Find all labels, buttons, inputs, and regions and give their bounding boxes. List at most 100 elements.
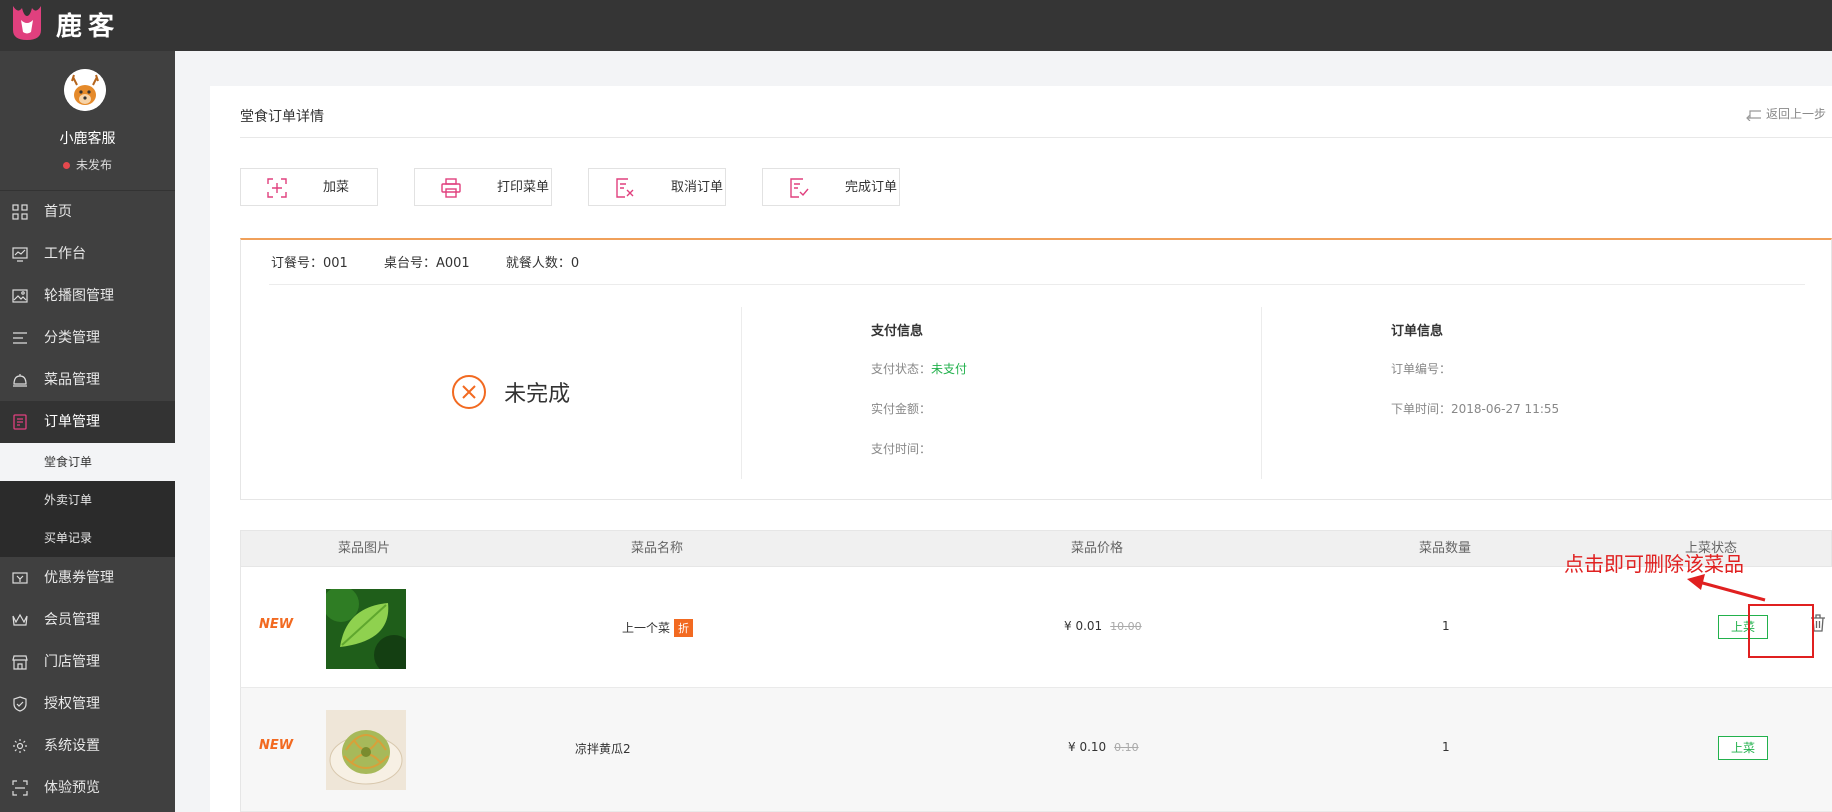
order-detail-panel: 堂食订单详情 返回上一步 加菜 打印菜单 取消订单 完成订单 订餐号：001 桌… — [210, 86, 1832, 812]
leaf-photo-icon — [326, 589, 406, 669]
cucumber-salad-photo-icon — [326, 710, 406, 790]
payment-status: 支付状态：未支付 — [871, 360, 967, 377]
sidebar-item-label: 系统设置 — [44, 738, 100, 754]
sidebar-item-stores[interactable]: 门店管理 — [0, 641, 175, 683]
table-number: 桌台号：A001 — [383, 256, 470, 271]
column-header: 菜品图片 — [338, 541, 391, 556]
sidebar-item-members[interactable]: 会员管理 — [0, 599, 175, 641]
payment-time: 支付时间： — [871, 442, 932, 456]
column-separator — [741, 307, 742, 479]
sidebar-subitem-bill-records[interactable]: 买单记录 — [0, 519, 175, 557]
complete-order-icon — [790, 178, 809, 198]
shield-icon — [13, 696, 27, 712]
crown-icon — [12, 613, 28, 626]
order-number: 订餐号：001 — [271, 256, 348, 271]
red-arrow-icon — [1687, 574, 1766, 602]
sidebar-item-label: 分类管理 — [44, 330, 100, 346]
original-price: 0.10 — [1114, 741, 1139, 754]
dish-quantity: 1 — [1442, 740, 1450, 754]
user-name: 小鹿客服 — [59, 131, 116, 147]
table-row: NEW 上一个菜折 ¥ 0.01 10.00 1 上菜 — [240, 567, 1832, 688]
incomplete-x-circle-icon — [452, 375, 486, 409]
complete-order-label: 完成订单 — [845, 180, 898, 195]
dish-name: 凉拌黄瓜2 — [575, 740, 631, 757]
monitor-chart-icon — [12, 247, 28, 262]
brand-name: 鹿客 — [56, 12, 121, 42]
dish-quantity: 1 — [1442, 619, 1450, 633]
dish-image-leaf — [326, 589, 406, 669]
dish-price: ¥ 0.10 0.10 — [1068, 740, 1139, 754]
sidebar-item-label: 门店管理 — [44, 654, 100, 670]
sidebar-subitem-dine-in-orders[interactable]: 堂食订单 — [0, 443, 175, 481]
sidebar-item-label: 工作台 — [44, 246, 86, 262]
sidebar-item-label: 菜品管理 — [44, 372, 100, 388]
payment-info-title: 支付信息 — [871, 324, 924, 339]
sidebar-subitem-takeout-orders[interactable]: 外卖订单 — [0, 481, 175, 519]
user-status-label: 未发布 — [75, 158, 112, 172]
sidebar-item-label: 优惠券管理 — [44, 570, 114, 586]
sidebar-item-workbench[interactable]: 工作台 — [0, 233, 175, 275]
serve-button[interactable]: 上菜 — [1718, 736, 1768, 760]
top-bar: 鹿客 — [0, 0, 1832, 51]
deer-avatar-icon — [64, 69, 106, 111]
discount-tag: 折 — [674, 619, 694, 637]
sidebar-item-dishes[interactable]: 菜品管理 — [0, 359, 175, 401]
back-link[interactable]: 返回上一步 — [1746, 105, 1826, 122]
add-dish-button[interactable]: 加菜 — [240, 168, 378, 206]
sidebar-item-label: 体验预览 — [44, 780, 100, 796]
sidebar-item-home[interactable]: 首页 — [0, 191, 175, 233]
payment-status-value: 未支付 — [931, 362, 968, 376]
image-icon — [12, 289, 28, 303]
original-price: 10.00 — [1110, 620, 1142, 633]
complete-order-button[interactable]: 完成订单 — [762, 168, 900, 206]
column-separator — [1261, 307, 1262, 479]
order-info-card: 订餐号：001 桌台号：A001 就餐人数：0 未完成 支付信息 支付状态：未支… — [240, 238, 1832, 500]
sidebar: 小鹿客服 未发布 首页 工作台 轮播图管理 分类管理 菜品管理 订单管理 堂食订… — [0, 51, 175, 812]
sidebar-item-orders[interactable]: 订单管理 — [0, 401, 175, 443]
paid-amount: 实付金额： — [871, 402, 932, 416]
order-time: 下单时间：2018-06-27 11:55 — [1391, 402, 1560, 416]
scan-icon — [12, 780, 28, 796]
dish-price: ¥ 0.01 10.00 — [1064, 619, 1142, 633]
cancel-order-button[interactable]: 取消订单 — [588, 168, 726, 206]
printer-icon — [441, 178, 461, 198]
cancel-order-icon — [616, 178, 634, 198]
dish-name-text: 凉拌黄瓜2 — [575, 742, 631, 756]
order-summary-line: 订餐号：001 桌台号：A001 就餐人数：0 — [271, 252, 611, 271]
add-dish-label: 加菜 — [323, 180, 350, 195]
sidebar-item-label: 会员管理 — [44, 612, 100, 628]
sidebar-item-label: 订单管理 — [44, 414, 100, 430]
sidebar-item-coupons[interactable]: 优惠券管理 — [0, 557, 175, 599]
print-menu-button[interactable]: 打印菜单 — [414, 168, 552, 206]
sidebar-item-preview[interactable]: 体验预览 — [0, 767, 175, 809]
order-status: 未完成 — [451, 374, 570, 410]
column-header: 菜品价格 — [1071, 541, 1124, 556]
return-arrow-icon — [1746, 109, 1761, 121]
title-divider — [240, 137, 1832, 138]
sidebar-item-category[interactable]: 分类管理 — [0, 317, 175, 359]
sidebar-item-settings[interactable]: 系统设置 — [0, 725, 175, 767]
sidebar-subitem-label: 买单记录 — [44, 531, 93, 545]
user-status: 未发布 — [0, 156, 175, 173]
gear-icon — [13, 739, 27, 753]
new-badge: NEW — [259, 617, 294, 632]
coupon-icon — [12, 572, 28, 584]
avatar[interactable] — [64, 69, 106, 111]
info-divider — [269, 284, 1805, 285]
sidebar-subitem-label: 堂食订单 — [44, 455, 93, 469]
guest-count: 就餐人数：0 — [505, 256, 580, 271]
list-icon — [13, 332, 27, 344]
sidebar-item-label: 首页 — [44, 204, 72, 220]
delete-highlight-box — [1748, 604, 1814, 658]
sidebar-item-auth[interactable]: 授权管理 — [0, 683, 175, 725]
deer-logo-icon[interactable] — [10, 4, 44, 42]
cancel-order-label: 取消订单 — [671, 180, 724, 195]
table-row: NEW 凉拌黄瓜2 ¥ 0.10 0.10 1 上菜 — [240, 688, 1832, 812]
current-price: ¥ 0.01 — [1064, 619, 1103, 633]
dish-name: 上一个菜折 — [622, 619, 694, 637]
page-title: 堂食订单详情 — [240, 109, 324, 125]
order-status-label: 未完成 — [504, 382, 571, 407]
sidebar-subitem-label: 外卖订单 — [44, 493, 93, 507]
sidebar-item-banner[interactable]: 轮播图管理 — [0, 275, 175, 317]
print-menu-label: 打印菜单 — [497, 180, 550, 195]
